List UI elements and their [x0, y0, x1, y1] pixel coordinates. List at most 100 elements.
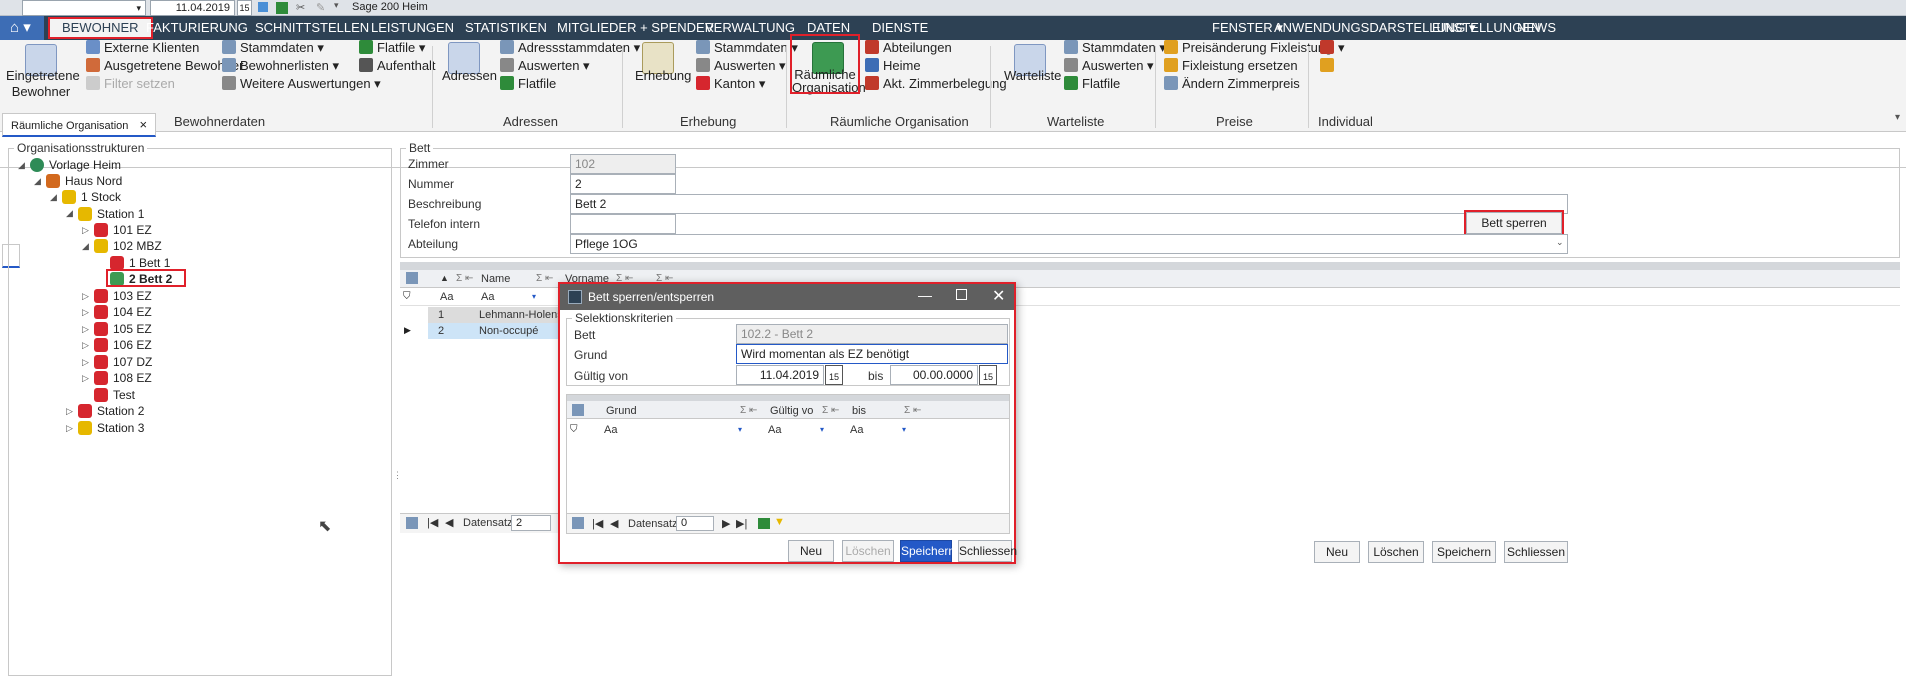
datensatz-field[interactable]: 2 [511, 515, 551, 531]
expander-icon[interactable]: ▷ [82, 373, 89, 384]
tab-daten[interactable]: DATEN [807, 16, 850, 40]
tree-node-101[interactable]: 101 EZ [94, 222, 152, 238]
telefon-field[interactable] [570, 214, 676, 234]
tree-node-105[interactable]: 105 EZ [94, 321, 152, 337]
grid-splitter[interactable] [400, 262, 1900, 270]
ausgetretene-bewohner-button[interactable]: Ausgetretene Bewohner [86, 58, 243, 74]
sum-icon[interactable]: Σ ⇤ [822, 405, 839, 416]
tree-node-vorlage-heim[interactable]: Vorlage Heim [30, 157, 121, 173]
akt-zimmerbelegung-button[interactable]: Akt. Zimmerbelegung [865, 76, 1007, 92]
loeschen-button[interactable]: Löschen [1368, 541, 1424, 563]
chevron-down-icon[interactable]: ⌄ [1556, 237, 1564, 248]
calendar-icon[interactable]: 15 [979, 365, 997, 385]
calendar-icon[interactable]: 15 [825, 365, 843, 385]
abteilungen-button[interactable]: Abteilungen [865, 40, 952, 56]
next-record-icon[interactable]: ▶ [722, 517, 730, 530]
edit-icon[interactable]: ✎ [316, 1, 325, 14]
sum-icon[interactable]: Σ ⇤ [536, 273, 553, 284]
calendar-icon[interactable]: 15 [237, 0, 252, 16]
expander-icon[interactable]: ◢ [50, 192, 57, 203]
sum-icon[interactable]: Σ ⇤ [740, 405, 757, 416]
tab-dienste[interactable]: DIENSTE [872, 16, 928, 40]
tab-statistiken[interactable]: STATISTIKEN [465, 16, 547, 40]
aufenthalt-button[interactable]: Aufenthalt [359, 58, 436, 74]
tools-icon[interactable]: ✂ [296, 1, 305, 14]
filter-cell-grund[interactable]: Aa [604, 424, 617, 436]
filter-cell-bis[interactable]: Aa [850, 424, 863, 436]
maximize-icon[interactable] [956, 289, 967, 300]
close-icon[interactable]: × [139, 117, 147, 132]
speichern-button[interactable]: Speichern [1432, 541, 1496, 563]
sum-icon[interactable]: Σ ⇤ [456, 273, 473, 284]
tree-node-103[interactable]: 103 EZ [94, 288, 152, 304]
tree-node-station-3[interactable]: Station 3 [78, 420, 144, 436]
refresh-icon[interactable] [258, 2, 268, 12]
col-gueltig-vo[interactable]: Gültig vo [770, 405, 813, 417]
auswerten-dropdown-1[interactable]: Auswerten ▾ [500, 58, 590, 74]
tab-fakturierung[interactable]: FAKTURIERUNG [146, 16, 248, 40]
dialog-speichern-button[interactable]: Speichern [900, 540, 955, 562]
tree-node-bett-1[interactable]: 1 Bett 1 [110, 255, 170, 271]
erhebung-button[interactable]: Erhebung [635, 68, 691, 84]
expander-icon[interactable]: ◢ [82, 241, 89, 252]
stammdaten-dropdown-3[interactable]: Stammdaten ▾ [1064, 40, 1166, 56]
warteliste-button[interactable]: Warteliste [1004, 68, 1061, 84]
eingetretene-bewohner-button[interactable]: Eingetretene Bewohner [6, 68, 80, 100]
dialog-schliessen-button[interactable]: Schliessen [958, 540, 1017, 562]
individual-edit-button[interactable] [1320, 58, 1338, 74]
tree-node-1-stock[interactable]: 1 Stock [62, 189, 121, 205]
expander-icon[interactable]: ▷ [82, 225, 89, 236]
tree-node-104[interactable]: 104 EZ [94, 304, 152, 320]
externe-klienten-button[interactable]: Externe Klienten [86, 40, 199, 56]
filter-icon[interactable]: ⛉ [570, 424, 578, 435]
grund-field[interactable]: Wird momentan als EZ benötigt [736, 344, 1008, 364]
tree-node-108[interactable]: 108 EZ [94, 370, 152, 386]
stammdaten-dropdown[interactable]: Stammdaten ▾ [222, 40, 324, 56]
doc-tab[interactable]: Räumliche Organisation × [2, 113, 157, 137]
tree-node-106[interactable]: 106 EZ [94, 337, 152, 353]
fixleistung-ersetzen-button[interactable]: Fixleistung ersetzen [1164, 58, 1298, 74]
dropdown-icon[interactable]: ▾ [334, 0, 339, 11]
col-grund[interactable]: Grund [606, 405, 637, 417]
tree-node-station-2[interactable]: Station 2 [78, 403, 144, 419]
tree-node-test[interactable]: Test [94, 387, 135, 403]
expander-icon[interactable]: ▷ [82, 324, 89, 335]
kanton-dropdown[interactable]: Kanton ▾ [696, 76, 765, 92]
abteilung-select[interactable]: Pflege 1OG [570, 234, 1568, 254]
adressstammdaten-dropdown[interactable]: Adressstammdaten ▾ [500, 40, 640, 56]
filter-icon[interactable]: ⛉ [403, 291, 411, 302]
col-name[interactable]: Name [481, 273, 510, 285]
expander-icon[interactable]: ▷ [82, 357, 89, 368]
flatfile-button-3[interactable]: Flatfile [1064, 76, 1120, 92]
expander-icon[interactable]: ◢ [18, 160, 25, 171]
chevron-down-icon[interactable]: ▾ [902, 425, 906, 434]
expander-icon[interactable]: ◢ [34, 176, 41, 187]
chevron-down-icon[interactable]: ▾ [820, 425, 824, 434]
tree-node-107[interactable]: 107 DZ [94, 354, 152, 370]
schliessen-button[interactable]: Schliessen [1504, 541, 1568, 563]
flatfile-button-2[interactable]: Flatfile [500, 76, 556, 92]
bewohnerlisten-dropdown[interactable]: Bewohnerlisten ▾ [222, 58, 339, 74]
column-chooser-icon[interactable] [572, 404, 584, 416]
gueltig-von-field[interactable]: 11.04.2019 [736, 365, 824, 385]
auswerten-dropdown-2[interactable]: Auswerten ▾ [696, 58, 786, 74]
context-combo[interactable]: ▾ [22, 0, 146, 16]
flatfile-dropdown[interactable]: Flatfile ▾ [359, 40, 425, 56]
raeumliche-organisation-button[interactable]: Räumliche Organisation [792, 68, 866, 94]
menu-news[interactable]: NEWS [1517, 16, 1556, 40]
filter-cell-name[interactable]: Aa [481, 291, 494, 303]
tab-schnittstellen[interactable]: SCHNITTSTELLEN [255, 16, 369, 40]
tree-node-bett-2[interactable]: 2 Bett 2 [110, 271, 172, 287]
date-field[interactable]: 11.04.2019 [150, 0, 235, 16]
zimmer-field[interactable]: 102 [570, 154, 676, 174]
tab-leistungen[interactable]: LEISTUNGEN [371, 16, 454, 40]
tab-verwaltung[interactable]: VERWALTUNG [705, 16, 795, 40]
sort-asc-icon[interactable]: ▲ [440, 273, 449, 283]
chevron-down-icon[interactable]: ▾ [1895, 112, 1900, 123]
close-icon[interactable]: ✕ [992, 286, 1005, 306]
filter-setzen-button[interactable]: Filter setzen [86, 76, 175, 92]
filter-cell-gueltig[interactable]: Aa [768, 424, 781, 436]
prev-record-icon[interactable]: ◀ [610, 517, 618, 530]
auswerten-dropdown-3[interactable]: Auswerten ▾ [1064, 58, 1154, 74]
expander-icon[interactable]: ▷ [82, 307, 89, 318]
